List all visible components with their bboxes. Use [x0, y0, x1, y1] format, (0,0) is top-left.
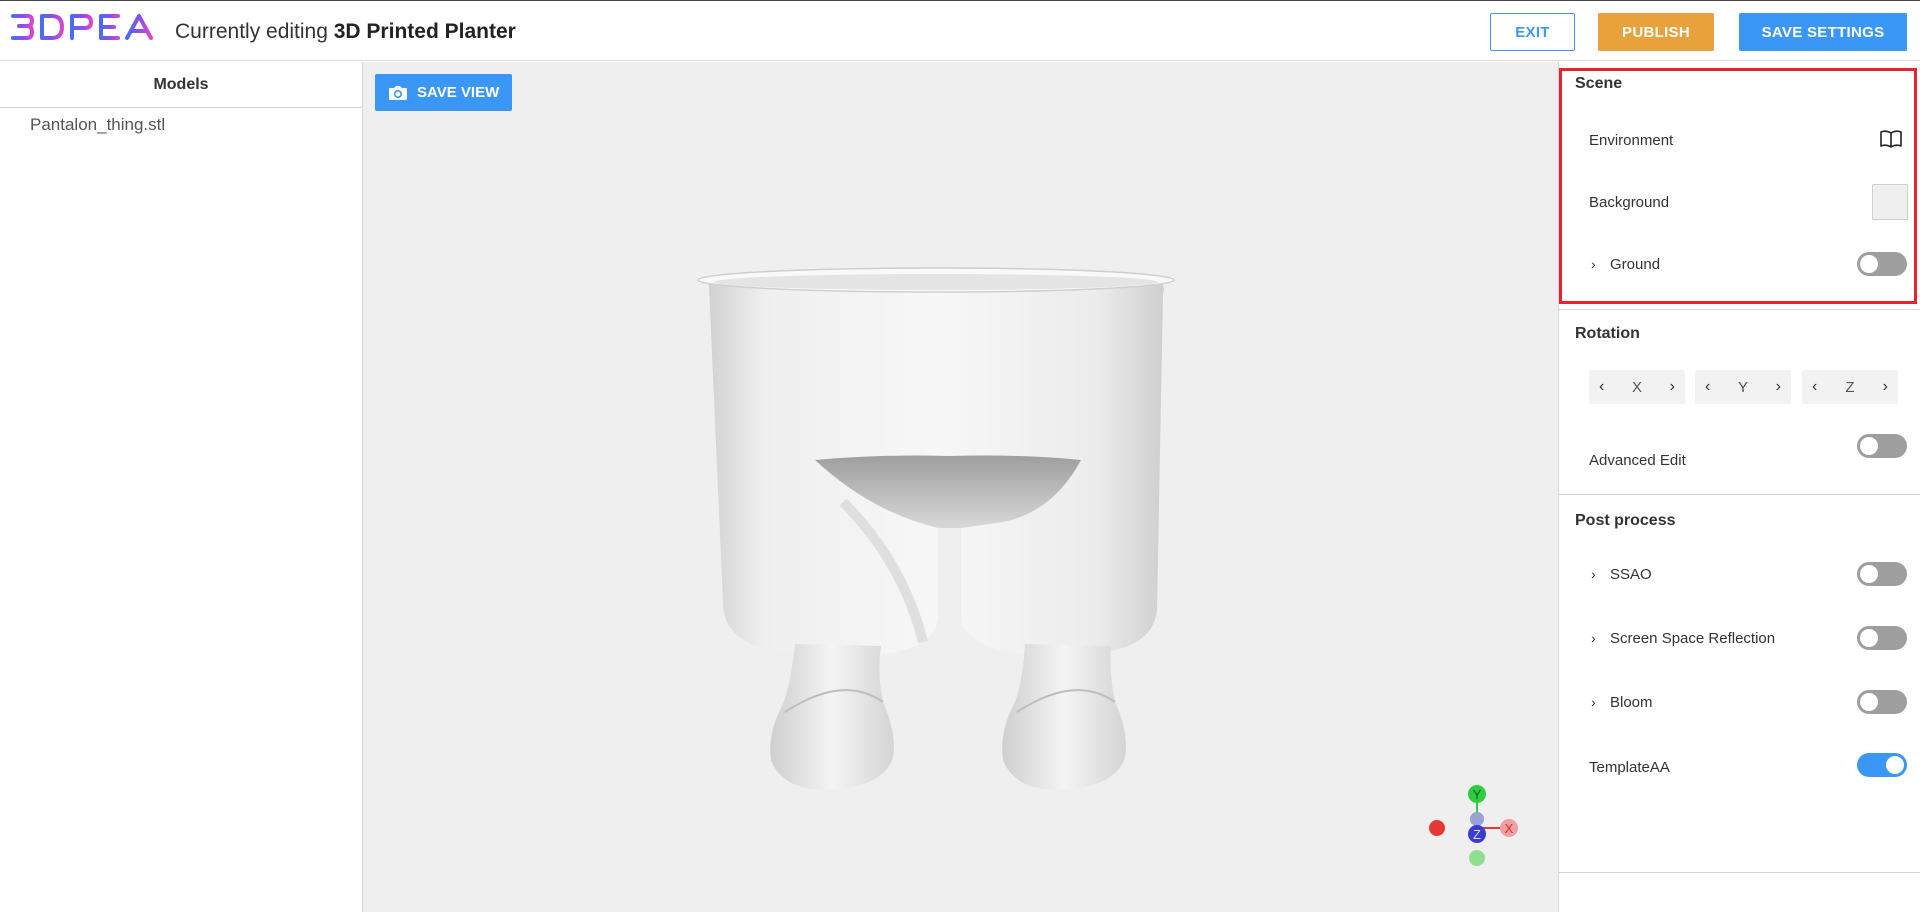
ssr-chevron-right-icon[interactable]: › — [1591, 630, 1596, 646]
scene-section: Scene Environment Background › Ground — [1559, 62, 1920, 310]
ssr-toggle[interactable] — [1857, 626, 1907, 650]
exit-button[interactable]: EXIT — [1490, 13, 1575, 51]
rotate-x-right-icon[interactable]: › — [1670, 378, 1675, 396]
models-heading: Models — [0, 62, 362, 108]
ssr-label: Screen Space Reflection — [1610, 630, 1776, 647]
post-process-section: Post process › SSAO › Screen Space Refle… — [1559, 495, 1920, 873]
rotation-x-control: ‹ X › — [1589, 370, 1685, 404]
publish-button[interactable]: PUBLISH — [1598, 13, 1714, 51]
settings-panel: Scene Environment Background › Ground Ro… — [1558, 62, 1920, 912]
background-color-swatch[interactable] — [1872, 184, 1908, 220]
logo-wordmark-icon — [11, 14, 153, 40]
rotation-x-label: X — [1631, 378, 1642, 396]
ssao-toggle[interactable] — [1857, 562, 1907, 586]
model-list-item[interactable]: Pantalon_thing.stl — [0, 108, 362, 135]
rotation-section: Rotation ‹ X › ‹ Y › ‹ Z › Advanced Edit — [1559, 310, 1920, 495]
rotation-y-control: ‹ Y › — [1695, 370, 1791, 404]
bloom-label: Bloom — [1610, 694, 1653, 711]
environment-label: Environment — [1589, 132, 1674, 149]
rotation-title: Rotation — [1575, 325, 1640, 342]
rotate-z-right-icon[interactable]: › — [1883, 378, 1888, 396]
3dpea-logo[interactable] — [10, 11, 166, 43]
rotate-y-left-icon[interactable]: ‹ — [1705, 378, 1710, 396]
editing-title: Currently editing 3D Printed Planter — [175, 20, 516, 44]
save-view-label: SAVE VIEW — [417, 84, 500, 101]
advanced-edit-toggle[interactable] — [1857, 434, 1907, 458]
bloom-toggle[interactable] — [1857, 690, 1907, 714]
ground-label: Ground — [1610, 256, 1661, 273]
ssao-chevron-right-icon[interactable]: › — [1591, 566, 1596, 582]
scene-title: Scene — [1575, 75, 1623, 92]
camera-icon — [389, 85, 407, 100]
background-label: Background — [1589, 194, 1670, 211]
ssao-label: SSAO — [1610, 566, 1652, 583]
templateaa-toggle[interactable] — [1857, 753, 1907, 777]
3d-viewport[interactable]: X Y Z SAVE VIEW — [363, 62, 1558, 912]
model-title: 3D Printed Planter — [333, 20, 516, 43]
save-settings-button[interactable]: SAVE SETTINGS — [1739, 13, 1907, 51]
models-panel: Models Pantalon_thing.stl — [0, 62, 363, 912]
rotate-z-left-icon[interactable]: ‹ — [1812, 378, 1817, 396]
planter-model-render[interactable] — [363, 62, 1558, 912]
save-view-button[interactable]: SAVE VIEW — [375, 74, 512, 111]
rotate-y-right-icon[interactable]: › — [1776, 378, 1781, 396]
rotation-z-label: Z — [1845, 378, 1855, 396]
post-process-title: Post process — [1575, 512, 1676, 529]
advanced-edit-label: Advanced Edit — [1589, 452, 1686, 469]
templateaa-label: TemplateAA — [1589, 759, 1670, 776]
app-header: Currently editing 3D Printed Planter EXI… — [0, 0, 1920, 61]
rotation-z-control: ‹ Z › — [1802, 370, 1898, 404]
rotate-x-left-icon[interactable]: ‹ — [1599, 378, 1604, 396]
editing-prefix: Currently editing — [175, 20, 328, 43]
ground-toggle[interactable] — [1857, 252, 1907, 276]
environment-book-icon[interactable] — [1879, 129, 1903, 149]
rotation-y-label: Y — [1737, 378, 1748, 396]
ground-chevron-right-icon[interactable]: › — [1591, 256, 1596, 272]
bloom-chevron-right-icon[interactable]: › — [1591, 694, 1596, 710]
